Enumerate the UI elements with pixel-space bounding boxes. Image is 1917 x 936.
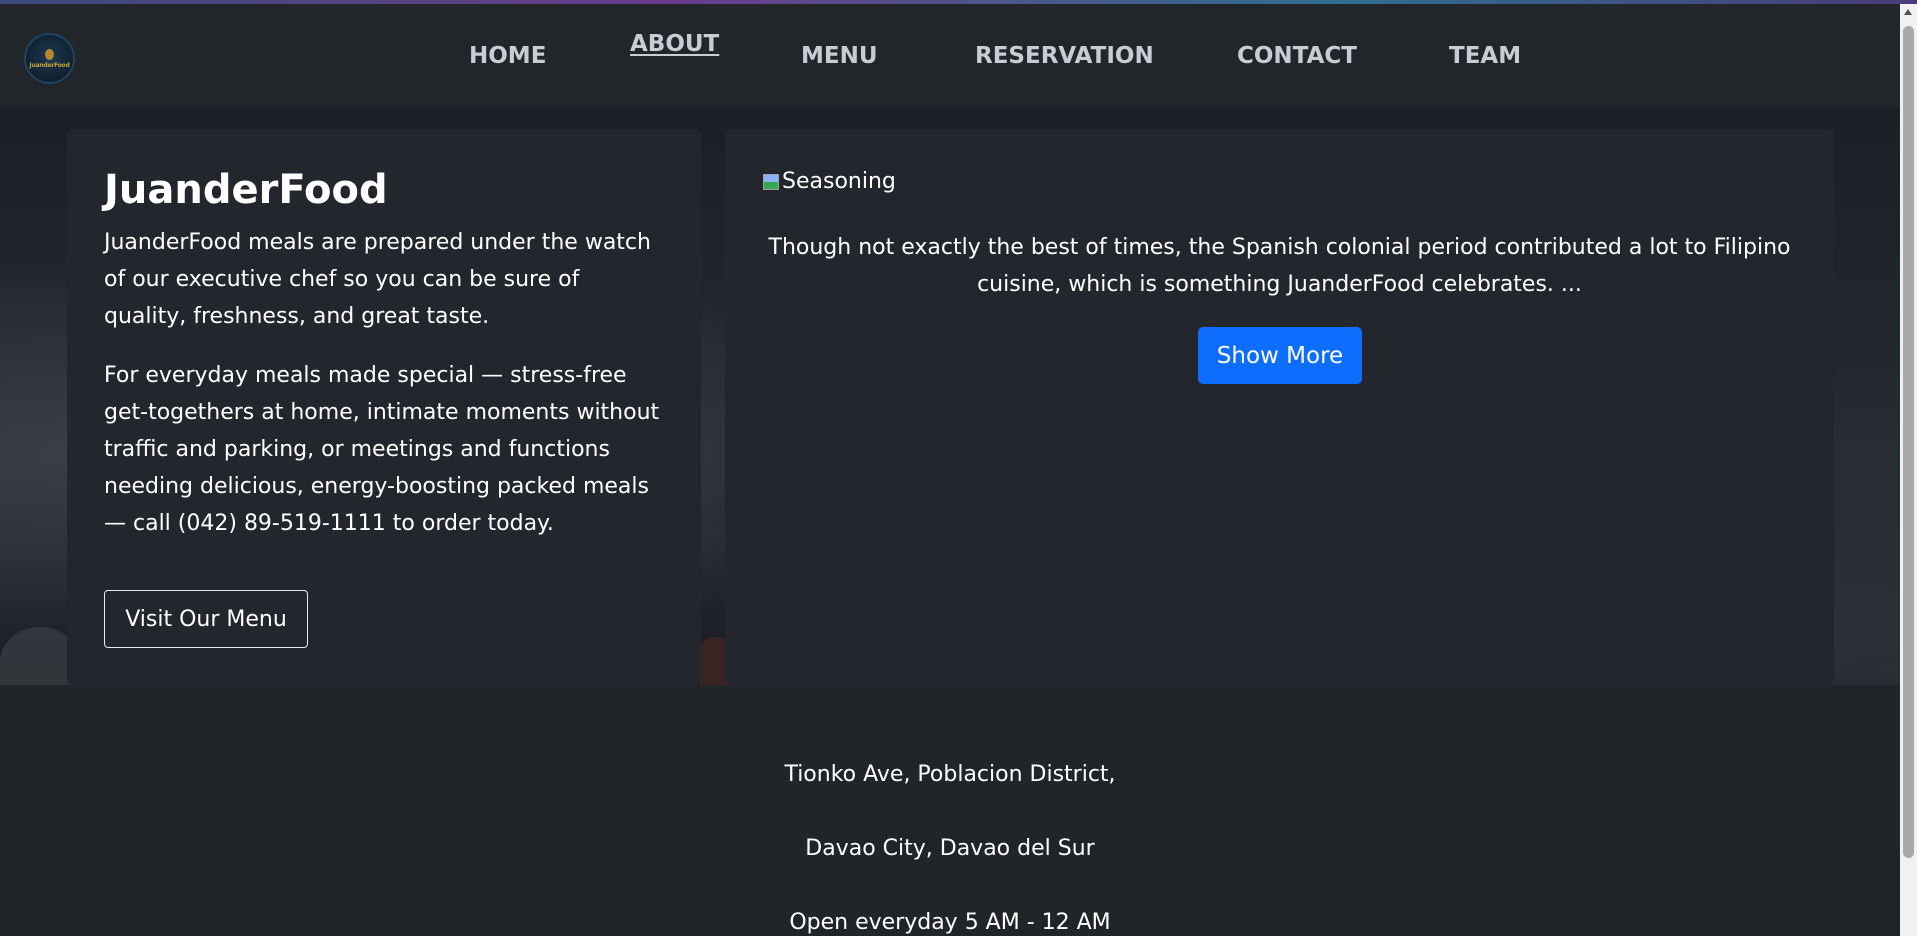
nav-link-menu[interactable]: MENU [801, 43, 878, 69]
footer-address-line-2: Davao City, Davao del Sur [805, 836, 1095, 861]
scroll-thumb[interactable] [1903, 26, 1914, 858]
show-more-button[interactable]: Show More [1198, 327, 1362, 384]
brand-logo[interactable]: JuanderFood [24, 33, 75, 84]
navbar: JuanderFood HOME ABOUT MENU RESERVATION … [0, 4, 1900, 107]
page-scrollbar[interactable] [1900, 4, 1917, 936]
nav-link-home[interactable]: HOME [469, 43, 546, 69]
page: JuanderFood HOME ABOUT MENU RESERVATION … [0, 0, 1917, 936]
logo-text: JuanderFood [29, 61, 70, 69]
about-paragraph-2: For everyday meals made special — stress… [104, 363, 660, 536]
visit-menu-button[interactable]: Visit Our Menu [104, 590, 308, 648]
nav-link-team[interactable]: TEAM [1449, 43, 1521, 69]
footer-hours: Open everyday 5 AM - 12 AM [789, 910, 1111, 935]
feature-card: Seasoning Though not exactly the best of… [725, 129, 1834, 685]
image-alt-text: Seasoning [782, 169, 896, 194]
feature-text: Though not exactly the best of times, th… [768, 235, 1791, 297]
logo-emblem-icon [45, 48, 54, 60]
nav-link-contact[interactable]: CONTACT [1237, 43, 1357, 69]
nav-link-reservation[interactable]: RESERVATION [975, 43, 1154, 69]
nav-link-about[interactable]: ABOUT [630, 31, 719, 57]
about-title: JuanderFood [104, 167, 388, 213]
seasoning-image: Seasoning [762, 169, 896, 194]
about-card: JuanderFood JuanderFood meals are prepar… [67, 129, 701, 685]
about-paragraph-1: JuanderFood meals are prepared under the… [104, 230, 651, 329]
footer: Tionko Ave, Poblacion District, Davao Ci… [0, 685, 1900, 936]
broken-image-icon [762, 172, 780, 192]
footer-address-line-1: Tionko Ave, Poblacion District, [784, 762, 1116, 787]
scroll-up-arrow-icon[interactable] [1904, 9, 1912, 15]
